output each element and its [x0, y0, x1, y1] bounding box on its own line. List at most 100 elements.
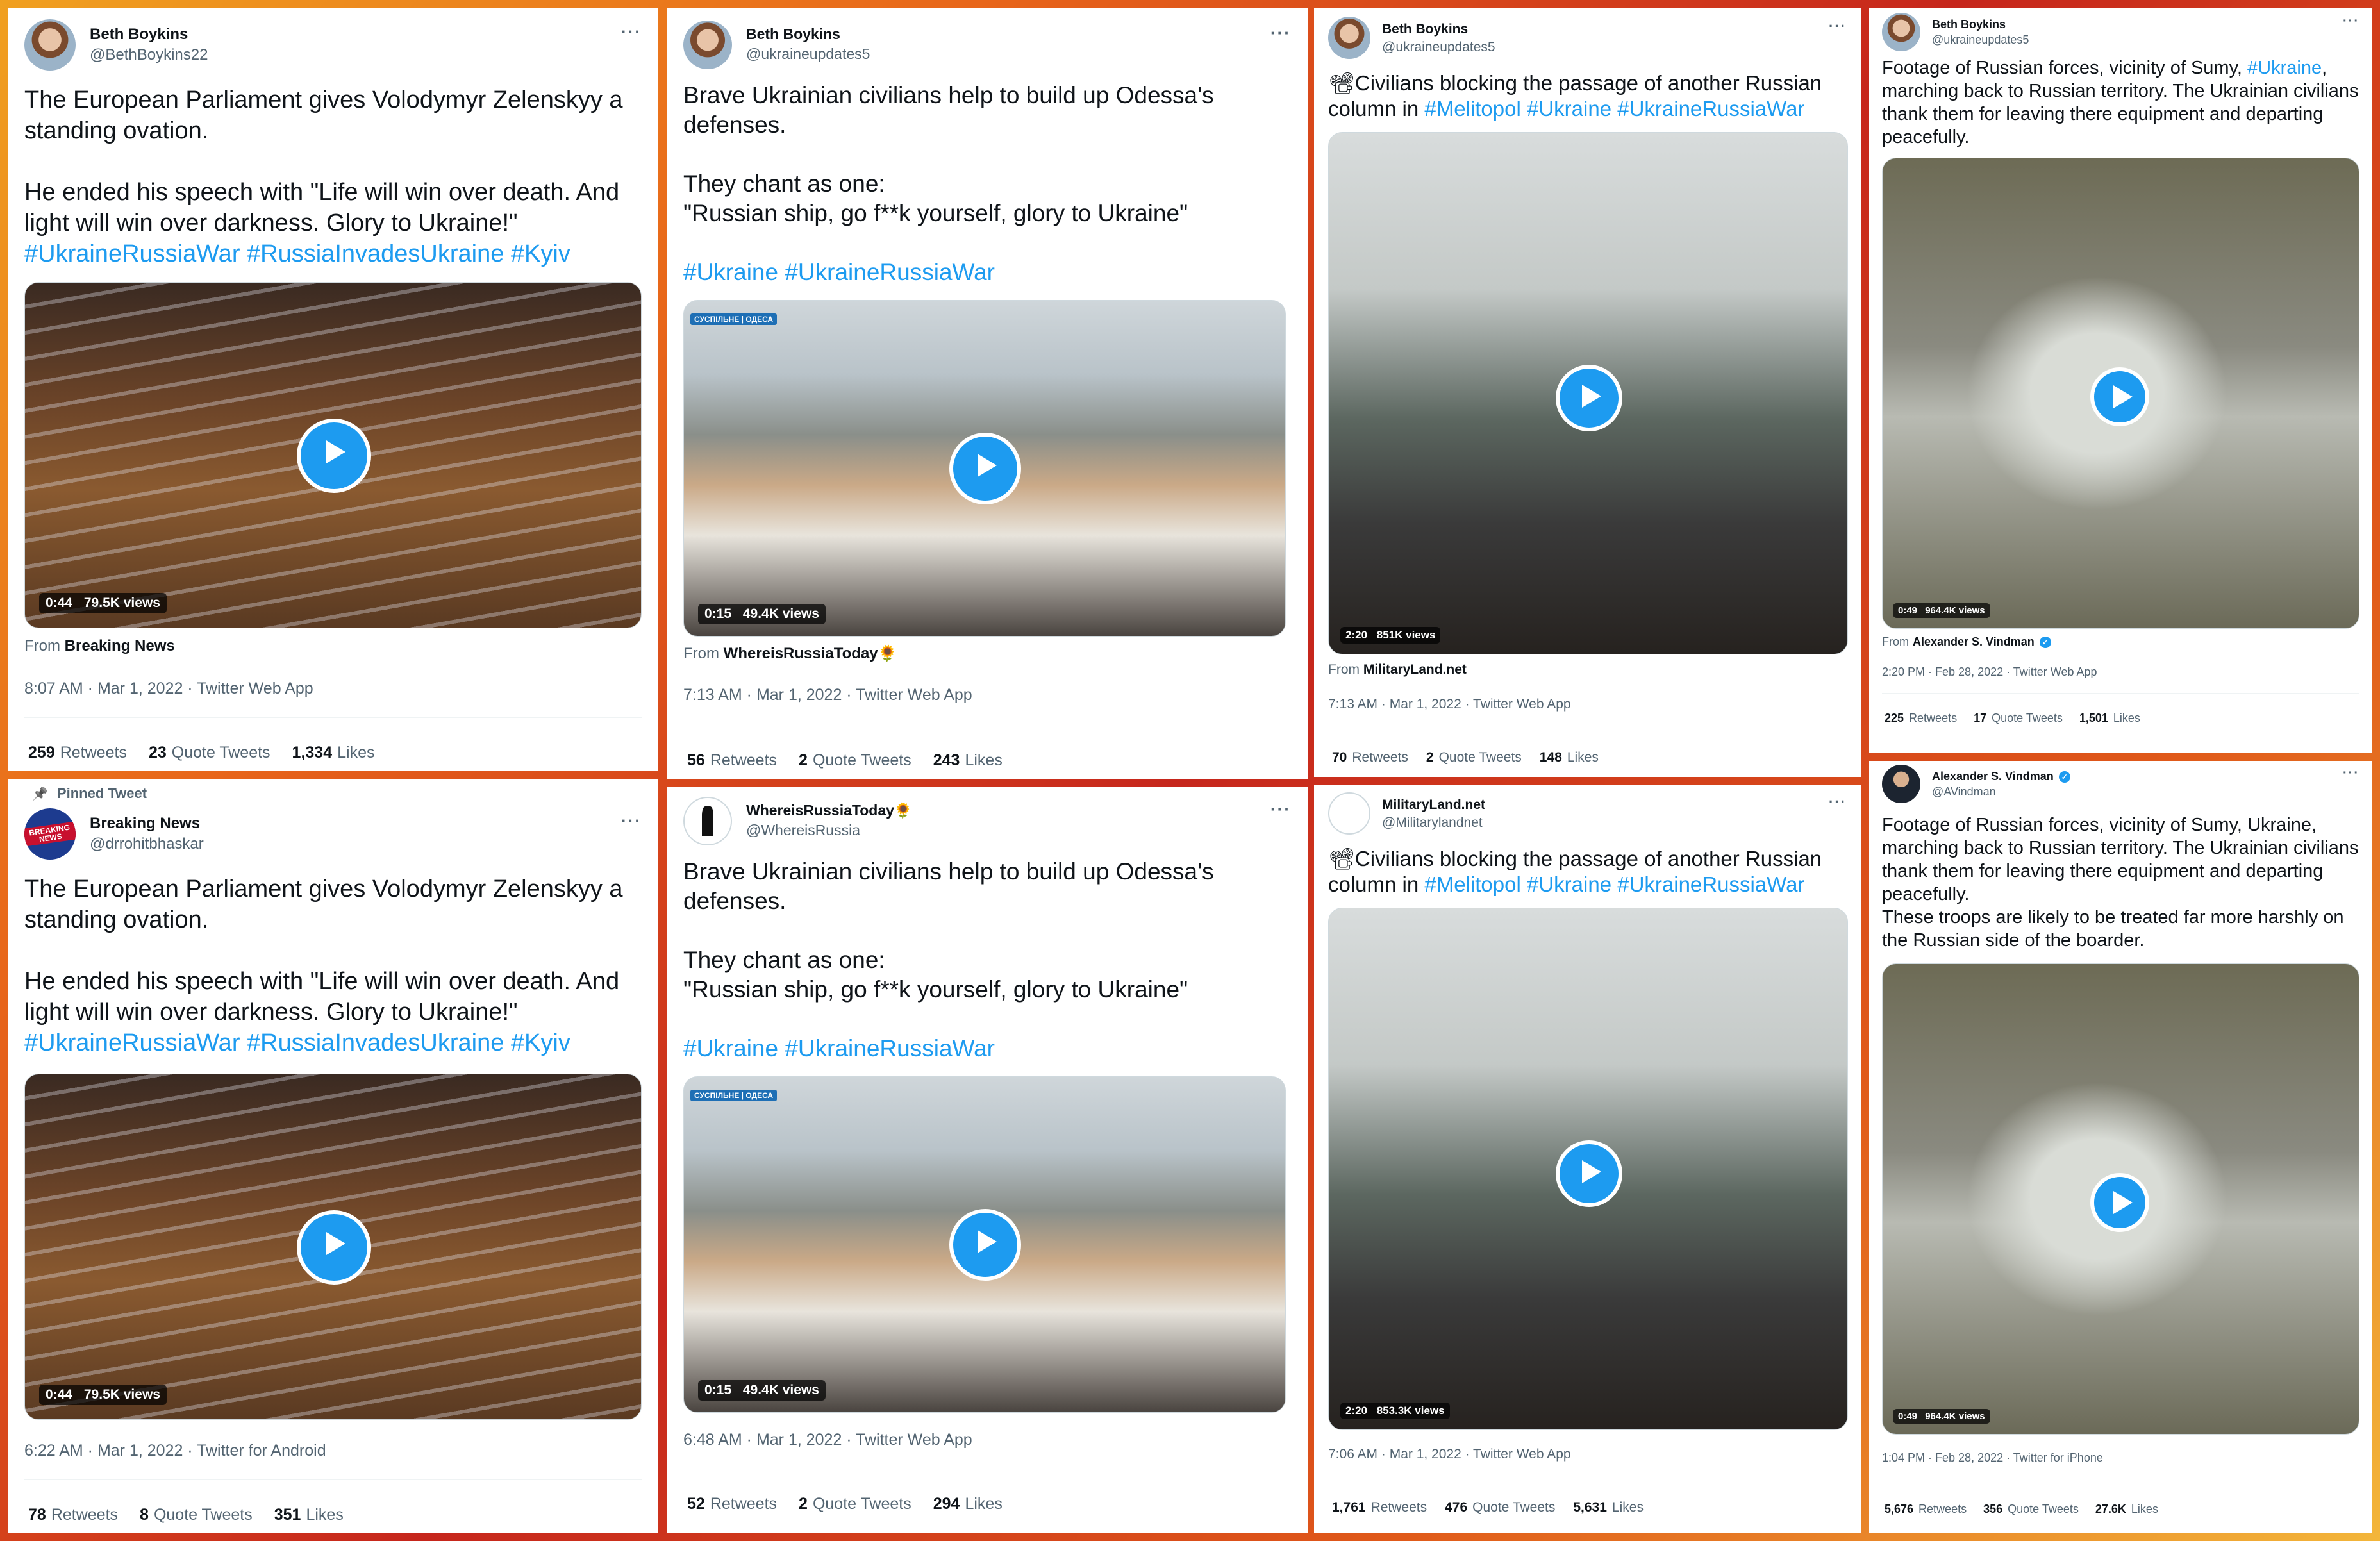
retweets-stat[interactable]: 225 Retweets	[1885, 712, 1957, 725]
likes-stat[interactable]: 351 Likes	[274, 1506, 344, 1524]
more-options-icon[interactable]: ···	[2343, 14, 2359, 29]
author-name[interactable]: MilitaryLand.net	[1382, 797, 1485, 813]
likes-stat[interactable]: 27.6K Likes	[2095, 1503, 2158, 1516]
author-name[interactable]: Alexander S. Vindman ✓	[1932, 770, 2070, 783]
likes-stat[interactable]: 1,501 Likes	[2079, 712, 2140, 725]
author-name[interactable]: Beth Boykins	[1382, 22, 1495, 37]
tweet-card[interactable]: Beth Boykins @ukraineupdates5 ··· 📽Civil…	[1314, 8, 1861, 777]
likes-stat[interactable]: 1,334 Likes	[292, 744, 375, 762]
tweet-card[interactable]: Alexander S. Vindman ✓ @AVindman ··· Foo…	[1869, 761, 2372, 1533]
play-button[interactable]	[297, 1210, 371, 1285]
tweet-hashtags[interactable]: #UkraineRussiaWar #RussiaInvadesUkraine …	[24, 238, 642, 269]
author-handle[interactable]: @ukraineupdates5	[1932, 33, 2029, 47]
video-player[interactable]: СУСПІЛЬНЕ | ОДЕСА 0:15 49.4K views	[683, 300, 1286, 637]
avatar[interactable]	[24, 19, 76, 71]
from-attribution[interactable]: From Breaking News	[24, 637, 642, 655]
quote-tweets-stat[interactable]: 2 Quote Tweets	[1426, 750, 1522, 765]
quote-tweets-stat[interactable]: 17 Quote Tweets	[1974, 712, 2063, 725]
more-options-icon[interactable]: ···	[621, 22, 642, 42]
retweets-stat[interactable]: 70 Retweets	[1332, 750, 1408, 765]
avatar[interactable]	[1328, 792, 1370, 835]
author-name[interactable]: Beth Boykins	[746, 26, 870, 43]
quote-tweets-stat[interactable]: 2 Quote Tweets	[799, 751, 911, 770]
retweets-stat[interactable]: 259 Retweets	[28, 744, 127, 762]
video-player[interactable]: СУСПІЛЬНЕ | ОДЕСА 0:15 49.4K views	[683, 1076, 1286, 1413]
retweets-stat[interactable]: 1,761 Retweets	[1332, 1500, 1427, 1515]
play-button[interactable]	[949, 433, 1021, 504]
tweet-timestamp[interactable]: 2:20 PM · Feb 28, 2022 · Twitter Web App	[1882, 665, 2359, 679]
play-button[interactable]	[297, 419, 371, 493]
retweets-stat[interactable]: 5,676 Retweets	[1885, 1503, 1967, 1516]
retweets-stat[interactable]: 52 Retweets	[687, 1495, 777, 1513]
quote-tweets-stat[interactable]: 2 Quote Tweets	[799, 1495, 911, 1513]
quote-tweets-stat[interactable]: 476 Quote Tweets	[1445, 1500, 1555, 1515]
video-player[interactable]: 0:49 964.4K views	[1882, 963, 2359, 1435]
play-button[interactable]	[949, 1209, 1021, 1281]
likes-stat[interactable]: 148 Likes	[1540, 750, 1599, 765]
avatar[interactable]	[1328, 17, 1370, 59]
tweet-card[interactable]: Beth Boykins @ukraineupdates5 ··· Footag…	[1869, 8, 2372, 753]
author-name[interactable]: WhereisRussiaToday🌻	[746, 802, 913, 819]
tweet-card[interactable]: WhereisRussiaToday🌻 @WhereisRussia ··· B…	[667, 787, 1308, 1533]
author-name[interactable]: Beth Boykins	[1932, 18, 2029, 31]
author-name[interactable]: Breaking News	[90, 815, 204, 833]
play-button[interactable]	[2090, 367, 2149, 426]
more-options-icon[interactable]: ···	[1270, 23, 1291, 43]
more-options-icon[interactable]: ···	[1829, 794, 1847, 810]
from-attribution[interactable]: From MilitaryLand.net	[1328, 662, 1847, 678]
author-handle[interactable]: @WhereisRussia	[746, 822, 913, 839]
tweet-hashtags[interactable]: #Melitopol #Ukraine #UkraineRussiaWar	[1424, 97, 1804, 121]
author-handle[interactable]: @BethBoykins22	[90, 46, 208, 64]
tweet-timestamp[interactable]: 6:48 AM · Mar 1, 2022 · Twitter Web App	[683, 1431, 1291, 1449]
tweet-timestamp[interactable]: 7:06 AM · Mar 1, 2022 · Twitter Web App	[1328, 1447, 1847, 1462]
video-player[interactable]: 2:20 851K views	[1328, 132, 1848, 654]
likes-stat[interactable]: 5,631 Likes	[1573, 1500, 1644, 1515]
avatar[interactable]: BREAKING NEWS	[24, 808, 76, 860]
video-player[interactable]: 0:49 964.4K views	[1882, 158, 2359, 629]
tweet-timestamp[interactable]: 8:07 AM · Mar 1, 2022 · Twitter Web App	[24, 679, 642, 698]
tweet-timestamp[interactable]: 7:13 AM · Mar 1, 2022 · Twitter Web App	[683, 686, 1291, 704]
author-handle[interactable]: @ukraineupdates5	[1382, 40, 1495, 55]
play-button[interactable]	[2090, 1173, 2149, 1232]
tweet-hashtags[interactable]: #Ukraine #UkraineRussiaWar	[683, 1034, 1291, 1063]
more-options-icon[interactable]: ···	[1270, 799, 1291, 819]
tweet-timestamp[interactable]: 6:22 AM · Mar 1, 2022 · Twitter for Andr…	[24, 1442, 642, 1460]
avatar[interactable]	[1882, 765, 1920, 803]
avatar[interactable]	[1882, 13, 1920, 51]
tweet-card[interactable]: MilitaryLand.net @Militarylandnet ··· 📽C…	[1314, 785, 1861, 1533]
avatar[interactable]	[683, 797, 732, 845]
more-options-icon[interactable]: ···	[621, 811, 642, 831]
quote-tweets-stat[interactable]: 8 Quote Tweets	[140, 1506, 253, 1524]
author-handle[interactable]: @drrohitbhaskar	[90, 835, 204, 853]
author-handle[interactable]: @ukraineupdates5	[746, 46, 870, 63]
video-player[interactable]: 0:44 79.5K views	[24, 282, 642, 628]
video-player[interactable]: 0:44 79.5K views	[24, 1074, 642, 1420]
tweet-card[interactable]: Beth Boykins @BethBoykins22 ··· The Euro…	[8, 8, 658, 770]
tweet-hashtags[interactable]: #UkraineRussiaWar #RussiaInvadesUkraine …	[24, 1028, 642, 1058]
author-name[interactable]: Beth Boykins	[90, 26, 208, 44]
more-options-icon[interactable]: ···	[1829, 18, 1847, 35]
author-handle[interactable]: @Militarylandnet	[1382, 815, 1485, 831]
tweet-timestamp[interactable]: 7:13 AM · Mar 1, 2022 · Twitter Web App	[1328, 697, 1847, 712]
retweets-stat[interactable]: 78 Retweets	[28, 1506, 118, 1524]
from-source[interactable]: Breaking News	[65, 637, 175, 654]
quote-tweets-stat[interactable]: 356 Quote Tweets	[1983, 1503, 2079, 1516]
tweet-hashtags[interactable]: #Melitopol #Ukraine #UkraineRussiaWar	[1424, 872, 1804, 896]
from-attribution[interactable]: From Alexander S. Vindman ✓	[1882, 635, 2359, 649]
tweet-hashtags[interactable]: #Ukraine #UkraineRussiaWar	[683, 258, 1291, 287]
quote-tweets-stat[interactable]: 23 Quote Tweets	[149, 744, 270, 762]
likes-stat[interactable]: 243 Likes	[933, 751, 1003, 770]
tweet-timestamp[interactable]: 1:04 PM · Feb 28, 2022 · Twitter for iPh…	[1882, 1451, 2359, 1465]
video-player[interactable]: 2:20 853.3K views	[1328, 908, 1848, 1430]
play-button[interactable]	[1556, 1140, 1622, 1207]
from-source[interactable]: WhereisRussiaToday🌻	[724, 645, 897, 662]
from-source[interactable]: Alexander S. Vindman	[1913, 635, 2035, 649]
more-options-icon[interactable]: ···	[2343, 766, 2359, 781]
from-source[interactable]: MilitaryLand.net	[1363, 662, 1467, 677]
tweet-card[interactable]: 📌 Pinned Tweet BREAKING NEWS Breaking Ne…	[8, 779, 658, 1533]
tweet-card[interactable]: Beth Boykins @ukraineupdates5 ··· Brave …	[667, 8, 1308, 779]
tweet-hashtag[interactable]: #Ukraine	[2247, 58, 2322, 78]
author-handle[interactable]: @AVindman	[1932, 785, 2070, 799]
from-attribution[interactable]: From WhereisRussiaToday🌻	[683, 644, 1291, 663]
retweets-stat[interactable]: 56 Retweets	[687, 751, 777, 770]
